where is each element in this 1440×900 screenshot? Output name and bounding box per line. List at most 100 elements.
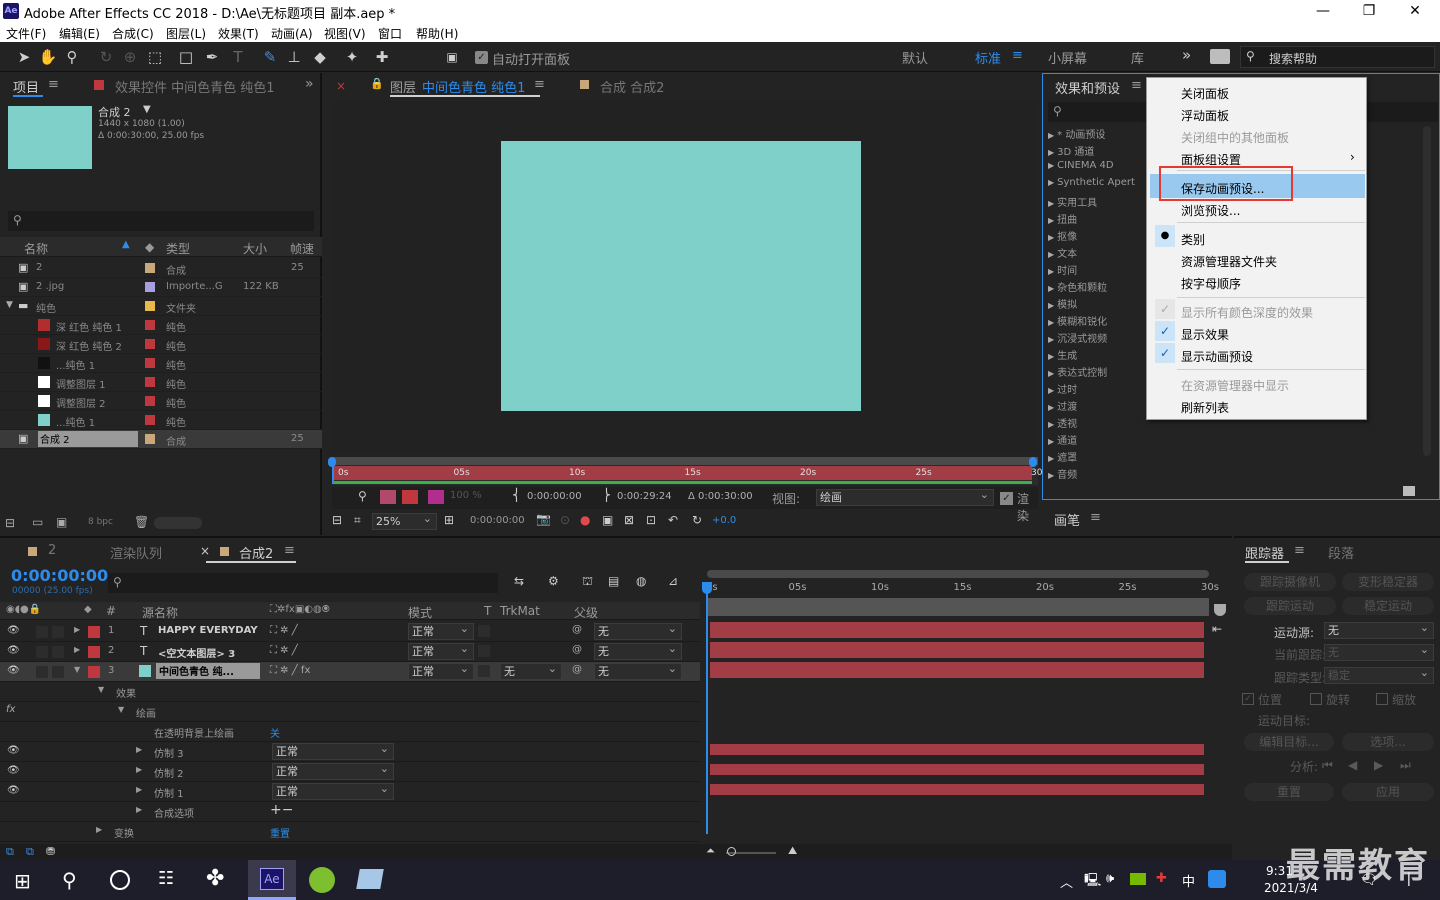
property-row[interactable]: 👁 ▶ 仿制 3 正常	[0, 741, 700, 762]
panel-menu-icon[interactable]: ≡	[1131, 78, 1142, 93]
context-menu-item[interactable]: 资源管理器文件夹	[1181, 253, 1277, 270]
toggle-mask-icon[interactable]: ▣	[602, 513, 613, 527]
col-name[interactable]: 名称	[24, 240, 48, 257]
project-row[interactable]: ▣ 合成 2 合成 25	[0, 430, 322, 449]
out-handle[interactable]	[1029, 457, 1037, 467]
analyze-back-icon[interactable]: ◀	[1348, 758, 1357, 772]
layer-row[interactable]: 👁 ▶ 2 T <空文本图层> 3 ⛶ ✲ ╱ 正常 @ 无	[0, 641, 700, 662]
effect-category[interactable]: ▶ 透视	[1048, 415, 1148, 430]
grid-icon[interactable]: ⌗	[354, 513, 361, 528]
col-source-name[interactable]: 源名称	[142, 604, 178, 621]
opacity-value[interactable]: 100 %	[450, 490, 482, 501]
position-checkbox[interactable]: ✓	[1242, 693, 1254, 705]
project-row[interactable]: 调整图层 1 纯色	[0, 373, 322, 392]
label-color-chip[interactable]	[145, 263, 155, 273]
lock-toggle[interactable]	[52, 666, 64, 678]
edit-target-button[interactable]: 编辑目标...	[1244, 733, 1334, 751]
reset-exposure-icon[interactable]: ↶	[668, 513, 678, 527]
project-row[interactable]: ...纯色 1 纯色	[0, 411, 322, 430]
current-track-dropdown[interactable]: 无	[1324, 642, 1434, 661]
label-color-chip[interactable]	[145, 396, 155, 406]
windows-start-icon[interactable]: ⊞	[14, 869, 31, 893]
effect-category[interactable]: ▶ 通道	[1048, 432, 1148, 447]
menu-edit[interactable]: 编辑(E)	[59, 25, 100, 42]
label-color-chip[interactable]	[88, 646, 100, 658]
effects-presets-title[interactable]: 效果和预设	[1055, 78, 1120, 97]
property-value[interactable]: 关	[270, 725, 280, 740]
layer-row[interactable]: 👁 ▼ 3 中间色青色 纯... ⛶ ✲ ╱ fx 正常 无 @ 无	[0, 661, 700, 682]
label-color-chip[interactable]	[145, 301, 155, 311]
lock-toggle[interactable]	[52, 646, 64, 658]
parent-dropdown[interactable]: 无	[594, 621, 682, 640]
property-row[interactable]: ▼ 效果	[0, 682, 700, 702]
effect-category[interactable]: ▶ 杂色和颗粒	[1048, 279, 1148, 294]
in-point-icon[interactable]: ⎨	[512, 488, 521, 502]
clone-stamp-tool-icon[interactable]: ⊥	[284, 47, 304, 67]
close-tab-icon[interactable]: ×	[336, 79, 346, 93]
effect-category[interactable]: ▶ Synthetic Apert	[1048, 177, 1148, 188]
melon-app-icon[interactable]	[309, 867, 335, 893]
effect-category[interactable]: ▶ CINEMA 4D	[1048, 160, 1148, 171]
3d-view-icon[interactable]: ⊡	[646, 513, 656, 527]
zoom-dropdown[interactable]: 25%	[372, 511, 437, 530]
label-color-chip[interactable]	[88, 666, 100, 678]
pick-whip-icon[interactable]: @	[572, 664, 582, 675]
new-folder-icon[interactable]: ▭	[32, 515, 43, 529]
menu-view[interactable]: 视图(V)	[324, 25, 366, 42]
expand-arrow-icon[interactable]: ▶	[1048, 148, 1054, 157]
pick-whip-icon[interactable]: @	[572, 644, 582, 655]
col-fps[interactable]: 帧速	[290, 240, 314, 257]
delete-icon[interactable]: 🗑	[134, 515, 149, 529]
expand-arrow-icon[interactable]: ▶	[1048, 216, 1054, 225]
transparency-grid-icon[interactable]: ⊠	[624, 513, 634, 527]
label-color-chip[interactable]	[145, 320, 155, 330]
always-preview-icon[interactable]: ⊟	[332, 513, 342, 527]
effect-category[interactable]: ▶ 抠像	[1048, 228, 1148, 243]
expand-arrow-icon[interactable]: ▶	[1048, 233, 1054, 242]
interpret-footage-icon[interactable]: ⊟	[5, 516, 15, 530]
effect-category[interactable]: ▶ 实用工具	[1048, 194, 1148, 209]
effect-category[interactable]: ▶ 扭曲	[1048, 211, 1148, 226]
effect-category[interactable]: ▶ 过渡	[1048, 398, 1148, 413]
expand-arrow-icon[interactable]: ▶	[1048, 386, 1054, 395]
property-row[interactable]: ▶ 合成选项 +−	[0, 802, 700, 822]
mask-icon[interactable]	[402, 490, 418, 504]
context-menu-item[interactable]: 类别	[1181, 231, 1205, 248]
zoom-out-icon[interactable]: ⏶	[706, 844, 715, 858]
expand-arrow-icon[interactable]: ▶	[1048, 178, 1054, 187]
expand-arrow-icon[interactable]: ▶	[1048, 420, 1054, 429]
context-menu-item[interactable]: 浮动面板	[1181, 107, 1229, 124]
expand-arrow-icon[interactable]: ▶	[1048, 352, 1054, 361]
stroke-mode-dropdown[interactable]: 正常	[272, 741, 394, 760]
comp-flowchart-icon[interactable]: ⇆	[514, 574, 524, 588]
context-menu-item[interactable]: 刷新列表	[1181, 399, 1229, 416]
expand-arrow-icon[interactable]: ▶	[1048, 335, 1054, 344]
comp-dropdown-icon[interactable]: ▼	[143, 104, 151, 115]
expand-arrow-icon[interactable]: ▶	[74, 645, 80, 654]
thumbnail-slider[interactable]	[154, 517, 202, 529]
lock-toggle[interactable]	[52, 626, 64, 638]
hand-tool-icon[interactable]: ✋	[38, 47, 58, 67]
effects-scrollbar[interactable]	[1423, 126, 1431, 456]
timeline-search-input[interactable]: ⚲	[108, 573, 498, 593]
bpc-label[interactable]: 8 bpc	[88, 517, 113, 527]
layer-name[interactable]: HAPPY EVERYDAY	[158, 625, 258, 636]
analyze-forward-icon[interactable]: ▶	[1374, 758, 1383, 772]
tab-paragraph[interactable]: 段落	[1328, 543, 1354, 562]
warp-stabilizer-button[interactable]: 变形稳定器	[1342, 573, 1434, 591]
out-point-icon[interactable]: ⎬	[602, 488, 611, 502]
expand-arrow-icon[interactable]: ▶	[136, 785, 142, 794]
out-point-time[interactable]: 0:00:29:24	[617, 491, 672, 502]
col-size[interactable]: 大小	[243, 240, 267, 257]
layer-name[interactable]: <空文本图层> 3	[158, 645, 235, 660]
project-search-input[interactable]: ⚲	[8, 211, 314, 231]
effect-category[interactable]: ▶ 模糊和锐化	[1048, 313, 1148, 328]
exposure-value[interactable]: +0.0	[712, 515, 736, 526]
tab-project[interactable]: 项目	[13, 77, 39, 96]
timeline-ruler[interactable]: 0s05s10s15s20s25s30s	[702, 568, 1219, 616]
comp-button-icon[interactable]: ⇤	[1212, 622, 1222, 636]
minimize-button[interactable]: —	[1300, 0, 1346, 22]
analyze-back-all-icon[interactable]: ⏮	[1322, 758, 1333, 773]
shy-layers-icon[interactable]: ⛫	[582, 574, 593, 590]
menu-file[interactable]: 文件(F)	[6, 25, 46, 42]
